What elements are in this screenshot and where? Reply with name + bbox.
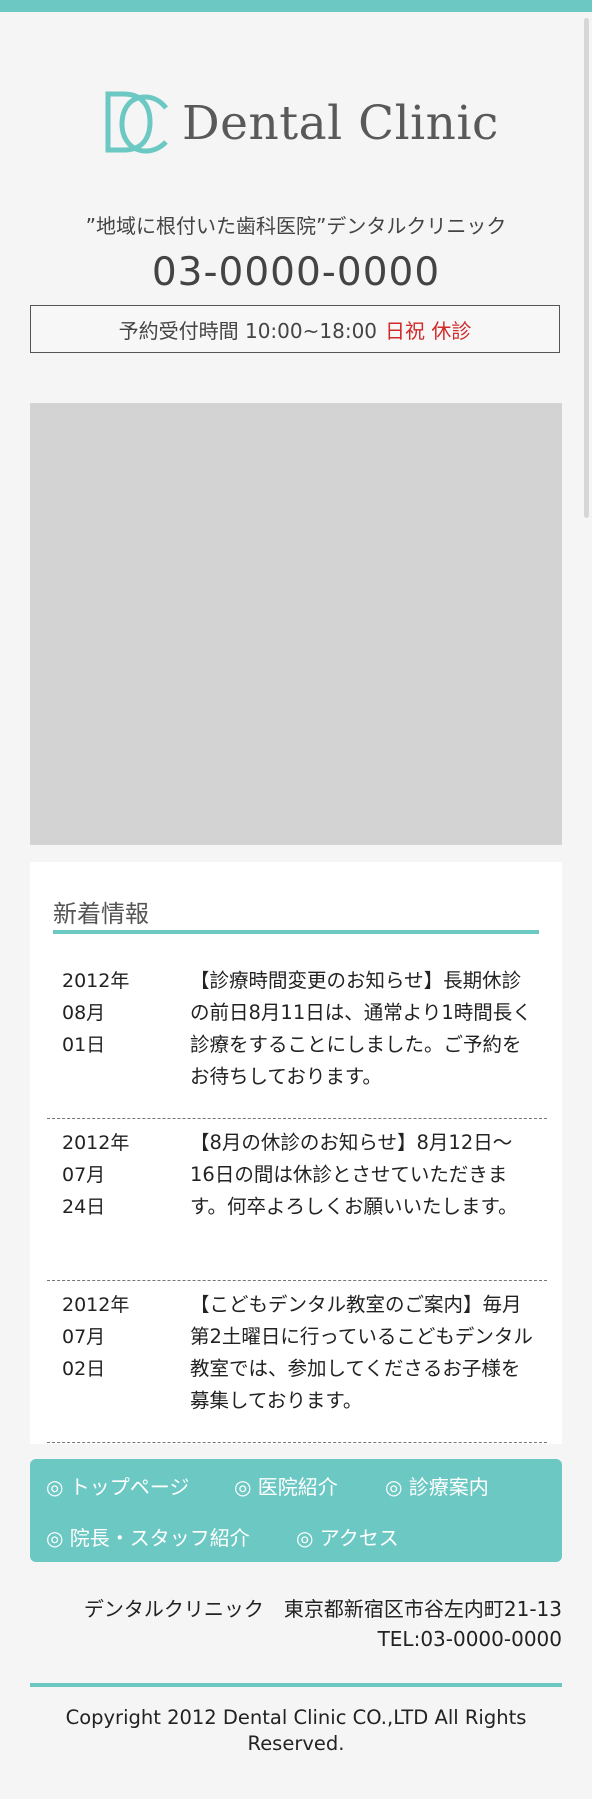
tagline: ”地域に根付いた歯科医院”デンタルクリニック [85, 214, 507, 238]
news-list: 2012年 08月 01日 【診療時間変更のお知らせ】長期休診の前日8月11日は… [47, 957, 547, 1443]
nav-link-treatment[interactable]: ◎ 診療案内 [385, 1471, 489, 1500]
reservation-hours-box: 予約受付時間 10:00~18:00 日祝 休診 [30, 305, 560, 353]
news-item[interactable]: 2012年 07月 24日 【8月の休診のお知らせ】8月12日〜16日の間は休診… [47, 1119, 547, 1281]
footer-divider [30, 1683, 562, 1687]
news-text: 【こどもデンタル教室のご案内】毎月第2土曜日に行っているこどもデンタル教室では、… [190, 1293, 533, 1412]
news-item[interactable]: 2012年 07月 02日 【こどもデンタル教室のご案内】毎月第2土曜日に行って… [47, 1281, 547, 1443]
logo-mark-icon [105, 91, 168, 154]
news-item[interactable]: 2012年 08月 01日 【診療時間変更のお知らせ】長期休診の前日8月11日は… [47, 957, 547, 1119]
copyright: Copyright 2012 Dental Clinic CO.,LTD All… [65, 1706, 527, 1755]
news-text: 【8月の休診のお知らせ】8月12日〜16日の間は休診とさせていただきます。何卒よ… [190, 1131, 518, 1218]
top-accent-bar [0, 0, 592, 12]
nav-link-access[interactable]: ◎ アクセス [296, 1522, 399, 1551]
news-date: 2012年 07月 02日 [62, 1294, 130, 1380]
news-heading: 新着情報 [53, 900, 149, 928]
phone-number[interactable]: 03-0000-0000 [0, 250, 592, 295]
logo-text: Dental Clinic [182, 95, 499, 151]
news-date: 2012年 07月 24日 [62, 1132, 130, 1218]
logo[interactable]: Dental Clinic [100, 88, 499, 158]
clinic-address-block: デンタルクリニック 東京都新宿区市谷左内町21-13 TEL:03-0000-0… [30, 1594, 562, 1654]
reservation-hours: 予約受付時間 10:00~18:00 [118, 318, 378, 343]
nav-link-staff[interactable]: ◎ 院長・スタッフ紹介 [46, 1522, 250, 1551]
hero-image-placeholder [30, 403, 562, 845]
closed-days: 日祝 休診 [385, 318, 472, 343]
clinic-tel: TEL:03-0000-0000 [377, 1627, 562, 1651]
news-heading-underline [53, 930, 539, 934]
clinic-address: デンタルクリニック 東京都新宿区市谷左内町21-13 [83, 1597, 562, 1621]
nav-link-clinic-intro[interactable]: ◎ 医院紹介 [234, 1471, 338, 1500]
nav-link-top-page[interactable]: ◎ トップページ [46, 1471, 189, 1500]
news-date: 2012年 08月 01日 [62, 970, 130, 1056]
news-text: 【診療時間変更のお知らせ】長期休診の前日8月11日は、通常より1時間長く診療をす… [190, 969, 532, 1088]
news-section: 新着情報 2012年 08月 01日 【診療時間変更のお知らせ】長期休診の前日8… [30, 862, 562, 1444]
footer-nav: ◎ トップページ ◎ 医院紹介 ◎ 診療案内 ◎ 院長・スタッフ紹介 ◎ アクセ… [30, 1459, 562, 1562]
